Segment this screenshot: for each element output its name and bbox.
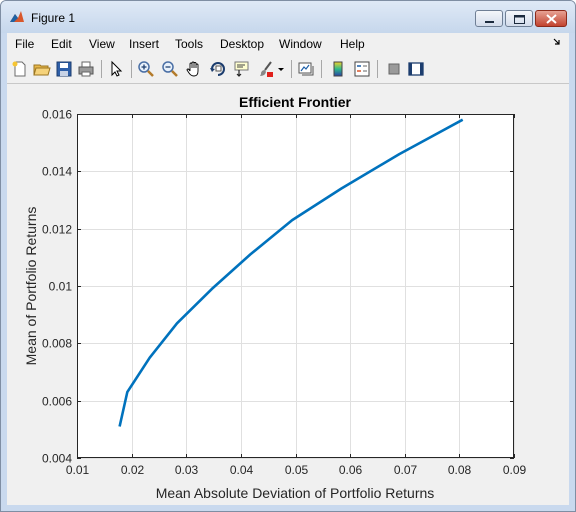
y-tick-label: 0.01 — [49, 280, 73, 294]
menu-desktop[interactable]: Desktop — [220, 37, 264, 51]
window-title: Figure 1 — [31, 11, 76, 25]
brush-icon[interactable] — [257, 60, 275, 78]
hide-plot-tools-icon[interactable] — [385, 60, 403, 78]
maximize-icon — [514, 15, 525, 24]
save-icon[interactable] — [55, 60, 73, 78]
zoom-in-icon[interactable] — [137, 60, 155, 78]
x-tick-label: 0.02 — [121, 463, 145, 477]
rotate-3d-icon[interactable] — [209, 60, 227, 78]
toolbar-separator — [321, 60, 322, 78]
menu-bar: File Edit View Insert Tools Desktop Wind… — [7, 33, 569, 56]
figure-canvas: 0.01 0.02 0.03 0.04 0.05 0.06 0.07 0.08 0.09 0.00… — [7, 84, 569, 505]
open-file-icon[interactable] — [33, 60, 51, 78]
minimize-button[interactable] — [475, 10, 503, 27]
data-cursor-icon[interactable] — [233, 60, 251, 78]
zoom-out-icon[interactable] — [161, 60, 179, 78]
colorbar-icon[interactable] — [329, 60, 347, 78]
figure-toolbar — [7, 55, 569, 84]
new-figure-icon[interactable] — [11, 60, 29, 78]
minimize-icon — [485, 21, 494, 23]
x-tick-label: 0.06 — [339, 463, 363, 477]
brush-dropdown-icon[interactable] — [277, 60, 285, 78]
print-icon[interactable] — [77, 60, 95, 78]
menu-help[interactable]: Help — [340, 37, 365, 51]
maximize-button[interactable] — [505, 10, 533, 27]
x-tick-label: 0.05 — [285, 463, 309, 477]
x-tick-label: 0.04 — [230, 463, 254, 477]
dock-arrow-icon[interactable] — [553, 38, 561, 46]
y-axis-label: Mean of Portfolio Returns — [23, 207, 39, 366]
menu-edit[interactable]: Edit — [51, 37, 72, 51]
menu-file[interactable]: File — [15, 37, 34, 51]
x-axis-label: Mean Absolute Deviation of Portfolio Ret… — [156, 485, 435, 501]
chart-title: Efficient Frontier — [239, 94, 352, 110]
link-plot-icon[interactable] — [297, 60, 315, 78]
x-tick-label: 0.09 — [503, 463, 527, 477]
menu-insert[interactable]: Insert — [129, 37, 159, 51]
y-tick-label: 0.012 — [42, 223, 72, 237]
toolbar-separator — [101, 60, 102, 78]
y-tick-label: 0.004 — [42, 452, 72, 466]
title-bar[interactable]: Figure 1 — [1, 1, 575, 33]
figure-window: Figure 1 File Edit View Insert Tools Des… — [0, 0, 576, 512]
matlab-logo-icon — [10, 11, 24, 22]
toolbar-separator — [377, 60, 378, 78]
menu-view[interactable]: View — [89, 37, 115, 51]
show-plot-tools-icon[interactable] — [407, 60, 425, 78]
toolbar-separator — [291, 60, 292, 78]
menu-tools[interactable]: Tools — [175, 37, 203, 51]
close-icon — [546, 14, 557, 24]
y-tick-label: 0.016 — [42, 108, 72, 122]
x-tick-label: 0.03 — [175, 463, 199, 477]
close-button[interactable] — [535, 10, 567, 27]
menu-window[interactable]: Window — [279, 37, 322, 51]
y-tick-label: 0.014 — [42, 165, 72, 179]
pan-hand-icon[interactable] — [185, 60, 203, 78]
y-tick-label: 0.006 — [42, 395, 72, 409]
toolbar-separator — [131, 60, 132, 78]
efficient-frontier-chart[interactable]: 0.01 0.02 0.03 0.04 0.05 0.06 0.07 0.08 0.09 0.00… — [7, 84, 569, 505]
y-tick-label: 0.008 — [42, 337, 72, 351]
x-tick-label: 0.07 — [394, 463, 418, 477]
select-arrow-icon[interactable] — [107, 60, 125, 78]
x-tick-label: 0.08 — [448, 463, 472, 477]
legend-icon[interactable] — [353, 60, 371, 78]
